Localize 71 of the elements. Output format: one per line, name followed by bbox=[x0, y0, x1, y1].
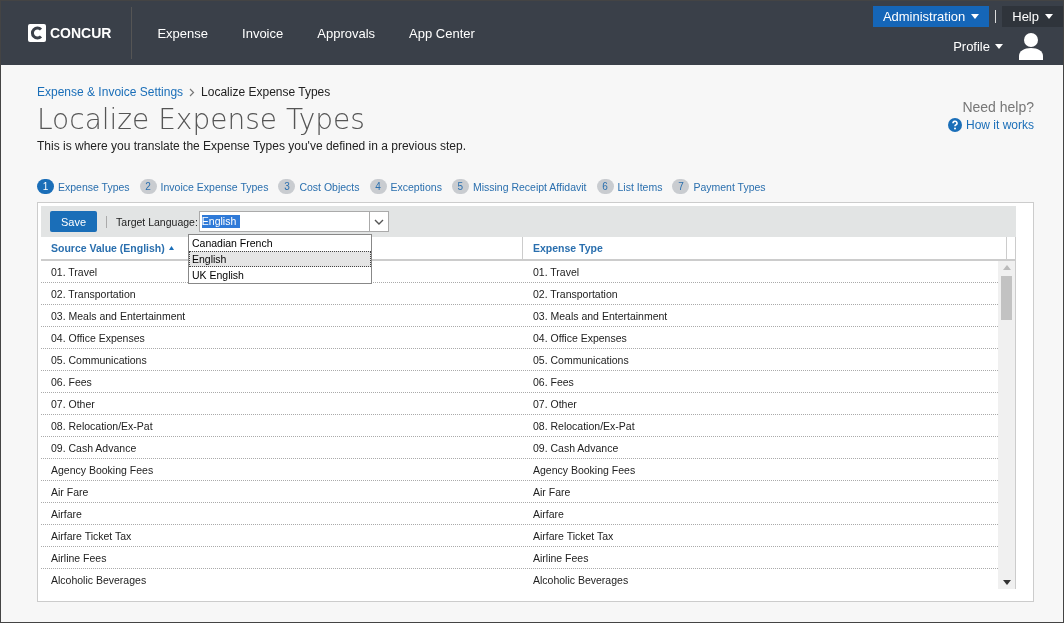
table-cell: 07. Other bbox=[533, 397, 577, 410]
breadcrumb-current: Localize Expense Types bbox=[201, 85, 331, 99]
table-cell: 08. Relocation/Ex-Pat bbox=[51, 419, 153, 432]
table-cell: 04. Office Expenses bbox=[51, 331, 145, 344]
step-tab[interactable]: 7 Payment Types bbox=[672, 179, 766, 194]
table-cell: Alcoholic Beverages bbox=[51, 573, 147, 586]
table-cell: 03. Meals and Entertainment bbox=[51, 309, 186, 322]
logo[interactable]: CONCUR bbox=[1, 7, 133, 59]
logo-text: CONCUR bbox=[50, 25, 112, 41]
step-tab[interactable]: 1 Expense Types bbox=[37, 179, 130, 194]
table-cell: Agency Booking Fees bbox=[533, 463, 636, 476]
step-tab[interactable]: 4 Exceptions bbox=[369, 179, 442, 194]
breadcrumb-link[interactable]: Expense & Invoice Settings bbox=[37, 85, 184, 99]
nav-link[interactable]: Expense bbox=[140, 25, 226, 41]
table-cell: 09. Cash Advance bbox=[533, 441, 619, 454]
target-language-dropdown[interactable]: English bbox=[198, 211, 389, 232]
help-menu[interactable]: Help bbox=[1002, 5, 1063, 27]
table-cell: Airline Fees bbox=[533, 551, 589, 564]
administration-menu[interactable]: Administration bbox=[872, 5, 990, 27]
step-tab[interactable]: 6 List Items bbox=[596, 179, 663, 194]
table-cell: Agency Booking Fees bbox=[51, 463, 154, 476]
page-title: Localize Expense Types bbox=[37, 103, 366, 136]
table-cell: 08. Relocation/Ex-Pat bbox=[533, 419, 635, 432]
table-cell: 03. Meals and Entertainment bbox=[533, 309, 668, 322]
page-description: This is where you translate the Expense Types you've defined in a previous step. bbox=[37, 139, 466, 153]
column-header[interactable]: Source Value (English) bbox=[51, 242, 174, 254]
table-cell: Alcoholic Beverages bbox=[533, 573, 629, 586]
scrollbar[interactable] bbox=[998, 261, 1015, 589]
table-cell: 09. Cash Advance bbox=[51, 441, 137, 454]
dropdown-option[interactable]: UK English bbox=[189, 267, 371, 283]
help-icon bbox=[948, 118, 962, 132]
table-cell: 07. Other bbox=[51, 397, 95, 410]
table-cell: Airfare bbox=[533, 507, 564, 520]
table-cell: 06. Fees bbox=[533, 375, 574, 388]
nav-link[interactable]: Approvals bbox=[300, 25, 393, 41]
table-cell: Air Fare bbox=[533, 485, 571, 498]
caret-icon bbox=[1045, 13, 1053, 19]
step-tab[interactable]: 5 Missing Receipt Affidavit bbox=[451, 179, 587, 194]
table-cell: Airfare Ticket Tax bbox=[533, 529, 614, 542]
scrollbar-thumb[interactable] bbox=[1001, 276, 1012, 320]
table-cell: 01. Travel bbox=[51, 265, 98, 278]
caret-icon bbox=[995, 43, 1003, 49]
chevron-icon bbox=[189, 87, 196, 97]
target-language-label: Target Language: bbox=[116, 215, 198, 228]
table-cell: 05. Communications bbox=[533, 353, 629, 366]
nav-link[interactable]: Invoice bbox=[225, 25, 301, 41]
table-cell: Air Fare bbox=[51, 485, 89, 498]
logo-icon bbox=[28, 24, 46, 42]
profile-menu[interactable]: Profile bbox=[943, 38, 1013, 54]
table-cell: 04. Office Expenses bbox=[533, 331, 627, 344]
step-tab[interactable]: 2 Invoice Expense Types bbox=[139, 179, 269, 194]
table-cell: 02. Transportation bbox=[533, 287, 618, 300]
save-button[interactable]: Save bbox=[50, 211, 98, 232]
table-cell: Airfare bbox=[51, 507, 82, 520]
table-cell: Airline Fees bbox=[51, 551, 107, 564]
caret-icon bbox=[971, 13, 980, 19]
dropdown-option[interactable]: English bbox=[189, 251, 371, 267]
user-avatar-icon[interactable] bbox=[1019, 32, 1043, 61]
table-cell: 05. Communications bbox=[51, 353, 147, 366]
nav-link[interactable]: App Center bbox=[392, 25, 492, 41]
table-cell: 01. Travel bbox=[533, 265, 580, 278]
how-it-works-link[interactable]: How it works bbox=[966, 118, 1034, 132]
scroll-down-arrow-icon[interactable] bbox=[1002, 580, 1011, 585]
column-header[interactable]: Expense Type bbox=[522, 237, 1006, 259]
step-tab[interactable]: 3 Cost Objects bbox=[278, 179, 360, 194]
help-heading: Need help? bbox=[962, 99, 1034, 115]
dropdown-option[interactable]: Canadian French bbox=[189, 235, 371, 251]
table-cell: Airfare Ticket Tax bbox=[51, 529, 132, 542]
sort-ascending-icon bbox=[168, 246, 174, 250]
table-cell: 02. Transportation bbox=[51, 287, 136, 300]
table-cell: 06. Fees bbox=[51, 375, 92, 388]
